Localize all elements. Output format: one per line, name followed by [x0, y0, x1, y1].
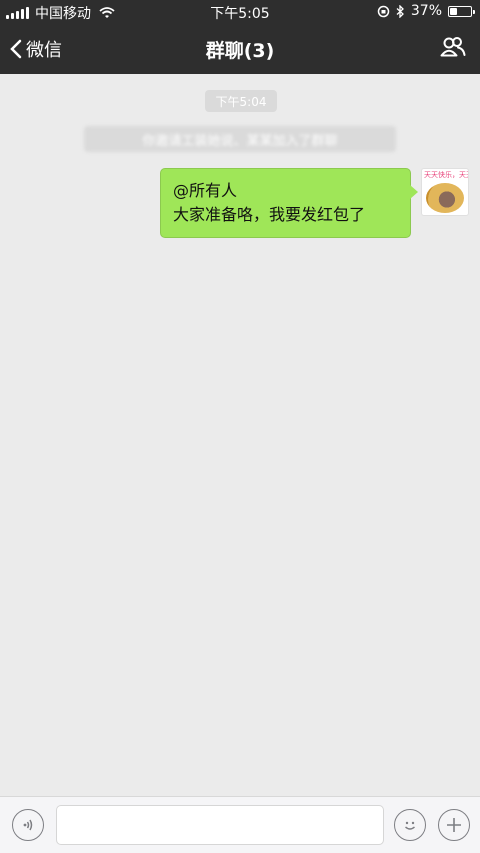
- message-line-text: 大家准备咯，我要发红包了: [173, 205, 366, 224]
- nav-bar: 微信 群聊(3): [0, 24, 480, 74]
- avatar-photo: [426, 183, 464, 213]
- group-contacts-button[interactable]: [440, 36, 466, 62]
- voice-icon: [23, 819, 33, 831]
- battery-icon: [448, 5, 475, 17]
- plus-icon: [447, 818, 461, 832]
- message-line-mention: @所有人: [173, 181, 238, 200]
- avatar-caption: 天天快乐，天天开心!: [424, 171, 468, 179]
- message-input[interactable]: [56, 805, 384, 845]
- status-right: 37%: [377, 3, 475, 19]
- system-notice: 你邀请工装她说、某某加入了群聊: [84, 126, 396, 152]
- group-contacts-icon: [440, 37, 466, 57]
- battery-percent: 37%: [410, 3, 442, 19]
- more-button[interactable]: [438, 809, 470, 841]
- chat-area[interactable]: 下午5:04 你邀请工装她说、某某加入了群聊 @所有人 大家准备咯，我要发红包了…: [0, 74, 480, 796]
- message-bubble[interactable]: @所有人 大家准备咯，我要发红包了: [160, 168, 418, 238]
- avatar[interactable]: 天天快乐，天天开心!: [421, 168, 469, 216]
- rotation-lock-icon: [377, 5, 390, 17]
- status-bar: 中国移动 下午5:05 37%: [0, 0, 480, 24]
- input-bar: [0, 796, 480, 853]
- bluetooth-icon: [396, 4, 404, 18]
- page-title: 群聊(3): [205, 40, 275, 62]
- emoji-icon: [405, 821, 415, 830]
- emoji-button[interactable]: [394, 809, 426, 841]
- message-timestamp: 下午5:04: [205, 90, 277, 112]
- battery-fill: [450, 7, 457, 15]
- voice-button[interactable]: [12, 809, 44, 841]
